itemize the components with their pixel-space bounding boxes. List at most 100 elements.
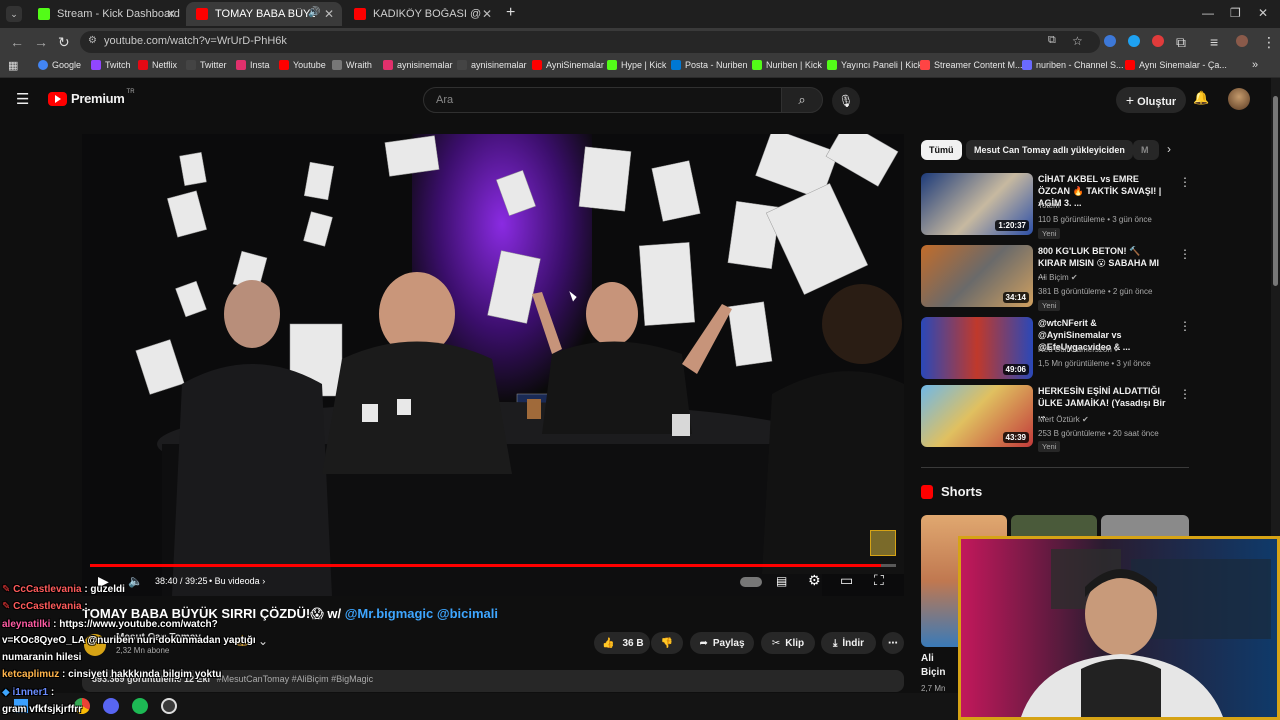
more-bookmarks-icon[interactable]: »	[1252, 59, 1258, 71]
speaker-icon[interactable]: 🔊	[308, 7, 320, 18]
dislike-button[interactable]: 👎	[651, 632, 683, 654]
subtitles-icon[interactable]: ▤	[776, 574, 787, 588]
browser-tab-kick-dashboard[interactable]: Stream - Kick Dashboard ✕	[28, 2, 184, 26]
site-info-icon[interactable]: ⚙	[88, 35, 97, 46]
share-button[interactable]: ➦ Paylaş	[690, 632, 754, 654]
account-avatar[interactable]	[1228, 88, 1250, 110]
bookmark-yayinci-paneli[interactable]: Yayıncı Paneli | Kick	[827, 60, 922, 70]
more-actions-button[interactable]: ⋯	[882, 632, 904, 654]
notifications-bell-icon[interactable]: 🔔	[1193, 90, 1209, 106]
bookmark-netflix[interactable]: Netflix	[138, 60, 177, 70]
create-button[interactable]: + Oluştur	[1116, 87, 1186, 113]
page-scrollbar[interactable]	[1271, 78, 1280, 536]
recommendation-item[interactable]: 43:39 HERKESİN EŞİNİ ALDATTIĞI ÜLKE JAMA…	[921, 385, 1191, 452]
forward-icon[interactable]: →	[34, 34, 48, 50]
more-vertical-icon[interactable]: ⋮	[1179, 247, 1191, 261]
obs-taskbar-icon[interactable]	[161, 698, 177, 714]
bookmark-streamer-content[interactable]: Streamer Content M...	[920, 60, 1023, 70]
spotify-taskbar-icon[interactable]	[132, 698, 148, 714]
bookmark-twitch[interactable]: Twitch	[91, 60, 131, 70]
install-icon[interactable]: ⧉	[1048, 34, 1056, 47]
new-tab-button[interactable]: +	[506, 4, 515, 22]
omnibox[interactable]: ⚙ youtube.com/watch?v=WrUrD-PhH6k ⧉ ☆	[80, 31, 1100, 53]
bookmark-twitter[interactable]: Twitter	[186, 60, 227, 70]
bookmark-ayni-sinemalar-ca[interactable]: Aynı Sinemalar - Ça...	[1125, 60, 1227, 70]
bookmark-aynisinemalar-insta[interactable]: aynisinemalar	[383, 60, 453, 70]
recommendation-channel[interactable]: Totem	[1038, 201, 1060, 210]
maximize-icon[interactable]: ❐	[1230, 6, 1241, 20]
like-button[interactable]: 👍 36 B	[594, 632, 650, 654]
reload-icon[interactable]: ↻	[58, 34, 70, 51]
browser-menu-icon[interactable]: ⋮	[1262, 34, 1276, 51]
bookmark-nuriben-kick[interactable]: Nuriben | Kick	[752, 60, 822, 70]
bookmark-hype-kick[interactable]: Hype | Kick	[607, 60, 666, 70]
video-title-mentions[interactable]: @Mr.bigmagic @bicimali	[345, 606, 498, 621]
bookmark-youtube[interactable]: Youtube	[279, 60, 326, 70]
bookmark-insta[interactable]: Insta	[236, 60, 270, 70]
hashtags[interactable]: #MesutCanTomay #AliBiçim #BigMagic	[217, 674, 374, 684]
bookmark-google[interactable]: Google	[38, 60, 81, 70]
hamburger-menu-icon[interactable]: ☰	[16, 90, 29, 108]
recommendation-item[interactable]: 1:20:37 CİHAT AKBEL vs EMRE ÖZCAN 🔥 TAKT…	[921, 173, 1191, 239]
video-thumbnail[interactable]: 43:39	[921, 385, 1033, 447]
bookmark-channel-s[interactable]: nuriben - Channel S...	[1022, 60, 1124, 70]
video-thumbnail[interactable]: 49:06	[921, 317, 1033, 379]
video-player[interactable]: ▶ 🔈 38:40 / 39:25 • Bu videoda › ▤ ⚙ ▭ ⛶	[82, 134, 904, 596]
more-vertical-icon[interactable]: ⋮	[1179, 319, 1191, 333]
recommendation-item[interactable]: 34:14 800 KG'LUK BETON! 🔨 KIRAR MISIN 😮 …	[921, 245, 1191, 311]
clip-button[interactable]: ✂ Klip	[761, 632, 815, 654]
bookmark-posta[interactable]: Posta - Nuriben	[671, 60, 748, 70]
chapter-label[interactable]: • Bu videoda ›	[209, 576, 265, 586]
chevron-right-icon[interactable]: ›	[1167, 142, 1171, 156]
close-tab-icon[interactable]: ✕	[166, 7, 176, 21]
profile-avatar-icon[interactable]	[1236, 35, 1248, 47]
apps-grid-icon[interactable]: ▦	[8, 59, 18, 72]
search-input[interactable]: Ara	[423, 87, 783, 113]
media-control-icon[interactable]: ≡	[1210, 34, 1218, 50]
tab-search-button[interactable]: ⌄	[6, 6, 22, 22]
close-window-icon[interactable]: ✕	[1258, 6, 1268, 20]
fullscreen-icon[interactable]: ⛶	[874, 572, 884, 589]
recommendation-channel[interactable]: Ali Biçim ✔	[1038, 273, 1078, 282]
browser-tab-youtube-video[interactable]: TOMAY BABA BÜYÜK SIRRI 🔊 ✕	[186, 2, 342, 26]
discord-taskbar-icon[interactable]	[103, 698, 119, 714]
close-tab-icon[interactable]: ✕	[324, 7, 334, 21]
close-tab-icon[interactable]: ✕	[482, 7, 492, 21]
chevron-down-icon[interactable]: ⌄	[258, 634, 268, 648]
extension-red-icon[interactable]	[1152, 35, 1164, 47]
extension-shield-icon[interactable]	[1104, 35, 1116, 47]
scrollbar-thumb[interactable]	[1273, 96, 1278, 286]
bookmark-star-icon[interactable]: ☆	[1072, 34, 1083, 48]
youtube-premium-logo[interactable]: Premium TR	[48, 89, 135, 106]
back-icon[interactable]: ←	[10, 34, 24, 50]
progress-bar-track[interactable]	[90, 564, 896, 567]
minimize-icon[interactable]: —	[1202, 6, 1214, 20]
voice-search-button[interactable]: 🎙	[832, 87, 860, 115]
url-text[interactable]: youtube.com/watch?v=WrUrD-PhH6k	[104, 35, 287, 47]
recommendation-channel[interactable]: Mert Öztürk ✔	[1038, 415, 1089, 424]
browser-tab-kadikoy[interactable]: KADIKÖY BOĞASI @Asitmen İl... ✕	[344, 2, 500, 26]
video-thumbnail[interactable]: 34:14	[921, 245, 1033, 307]
bookmark-aynisinemalar-x[interactable]: aynisinemalar	[457, 60, 527, 70]
extension-blue-icon[interactable]	[1128, 35, 1140, 47]
bookmark-wraith[interactable]: Wraith	[332, 60, 372, 70]
download-button[interactable]: ⤓ İndir	[821, 632, 876, 654]
bookmark-aynisinemalar-yt[interactable]: AyniSinemalar	[532, 60, 604, 70]
theater-mode-icon[interactable]: ▭	[840, 572, 853, 589]
chip-from-uploader[interactable]: Mesut Can Tomay adlı yükleyiciden	[966, 140, 1133, 160]
subscriber-count: 2,32 Mn abone	[116, 646, 170, 655]
more-vertical-icon[interactable]: ⋮	[1179, 387, 1191, 401]
chip-more[interactable]: M	[1133, 140, 1159, 160]
channel-watermark[interactable]	[870, 530, 896, 556]
video-thumbnail[interactable]: 1:20:37	[921, 173, 1033, 235]
extensions-puzzle-icon[interactable]: ⧉	[1176, 34, 1186, 51]
recommendation-channel[interactable]: Red Bull Gamerszon ✔	[1038, 345, 1121, 354]
recommendation-item[interactable]: 49:06 @wtcNFerit & @AyniSinemalar vs @Ef…	[921, 317, 1191, 383]
chip-all[interactable]: Tümü	[921, 140, 962, 160]
more-vertical-icon[interactable]: ⋮	[1179, 175, 1191, 189]
search-button[interactable]: ⌕	[781, 87, 823, 113]
autoplay-toggle[interactable]	[740, 577, 762, 587]
settings-gear-icon[interactable]: ⚙	[808, 572, 821, 589]
volume-icon[interactable]: 🔈	[128, 574, 143, 588]
short-caption[interactable]: Ali Biçin Botoksl...	[921, 652, 957, 680]
